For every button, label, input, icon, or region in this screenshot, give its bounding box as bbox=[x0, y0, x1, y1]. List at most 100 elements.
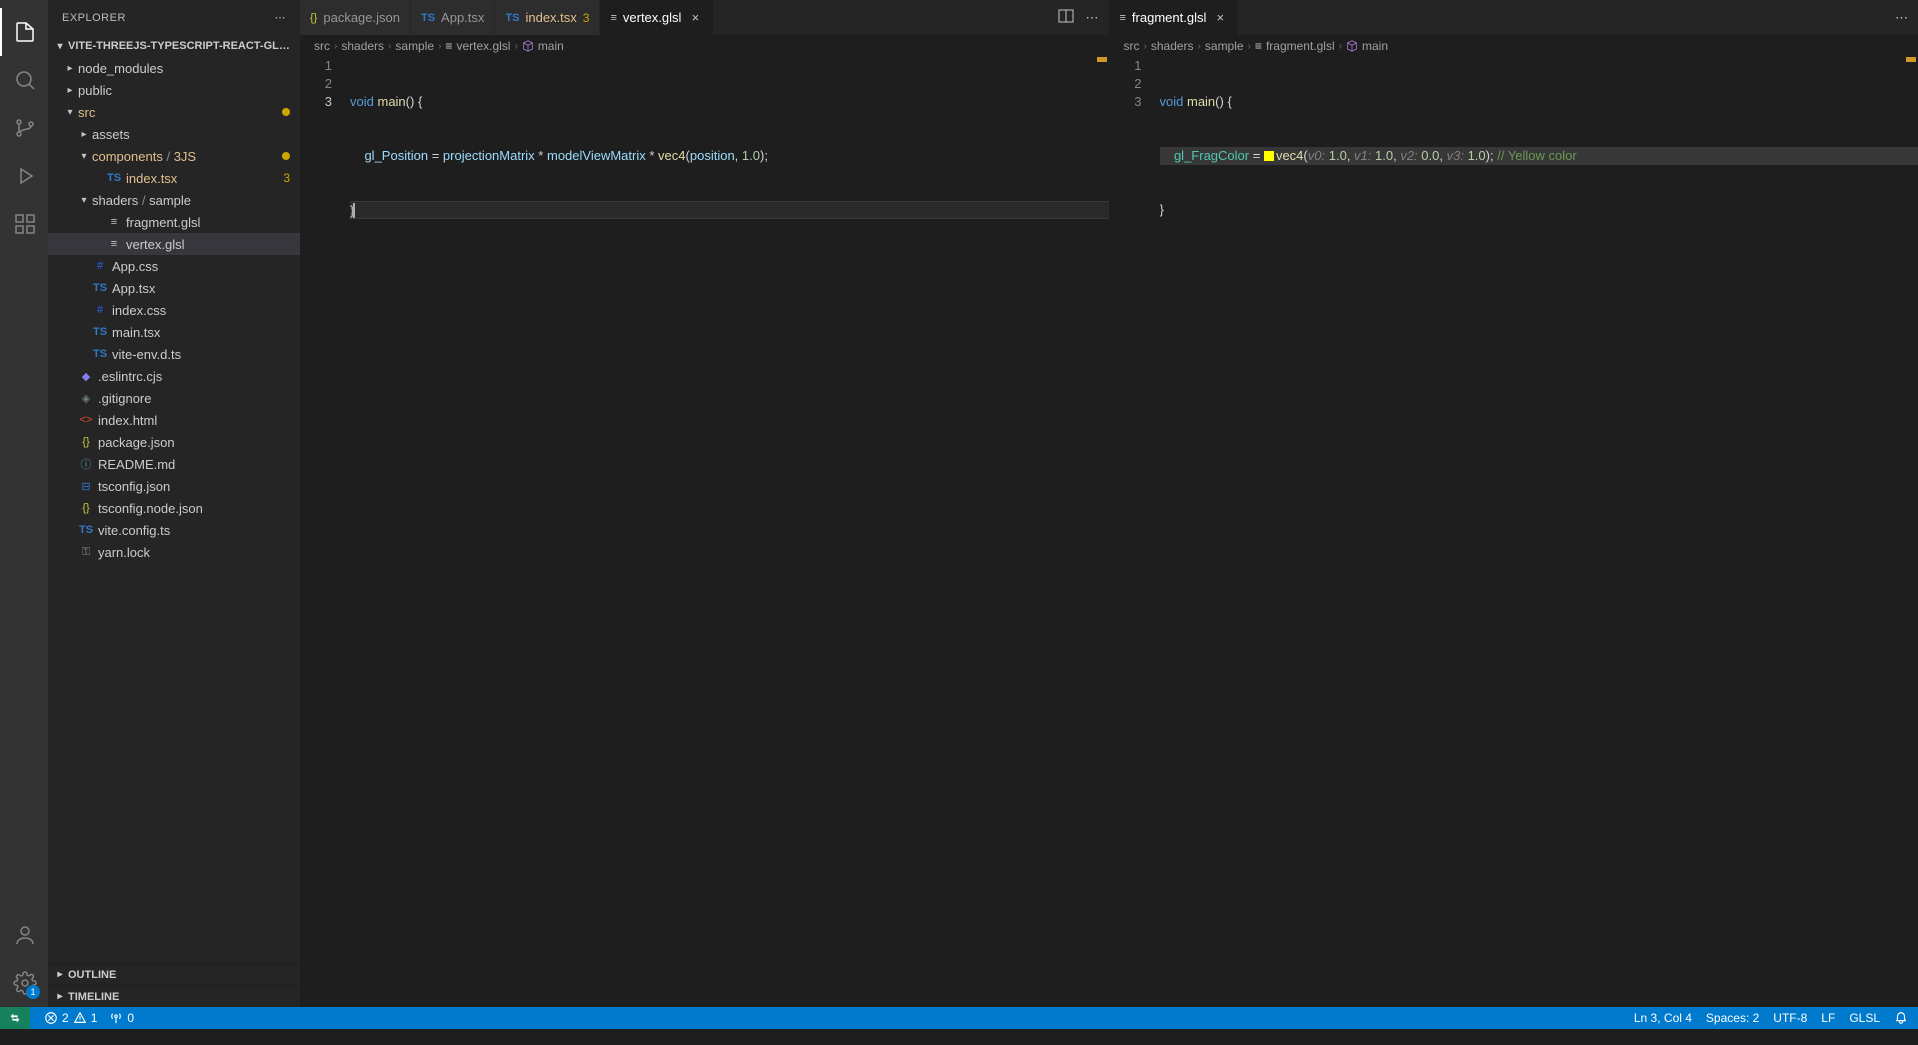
file-app-css[interactable]: #App.css bbox=[48, 255, 300, 277]
file-icon: ≡ bbox=[106, 238, 122, 250]
chevron-down-icon: ▾ bbox=[52, 41, 68, 52]
activity-explorer[interactable] bbox=[0, 8, 48, 56]
tab-index-tsx[interactable]: TSindex.tsx3 bbox=[495, 0, 600, 35]
project-name: VITE-THREEJS-TYPESCRIPT-REACT-GL… bbox=[68, 40, 290, 52]
folder-src[interactable]: ▾src bbox=[48, 101, 300, 123]
sidebar: EXPLORER ⋯ ▾ VITE-THREEJS-TYPESCRIPT-REA… bbox=[48, 0, 300, 1007]
tsconfig-icon: ⊟ bbox=[78, 480, 94, 493]
remote-indicator[interactable] bbox=[0, 1007, 30, 1029]
sidebar-more[interactable]: ⋯ bbox=[275, 11, 287, 24]
status-cursor[interactable]: Ln 3, Col 4 bbox=[1634, 1011, 1692, 1025]
folder-node-modules[interactable]: ▸node_modules bbox=[48, 57, 300, 79]
file-tree: ▾ VITE-THREEJS-TYPESCRIPT-REACT-GL… ▸nod… bbox=[48, 35, 300, 963]
color-swatch-icon[interactable] bbox=[1264, 151, 1274, 161]
activity-account[interactable] bbox=[0, 911, 48, 959]
overview-ruler[interactable] bbox=[1095, 57, 1109, 1007]
folder-shaders[interactable]: ▾shaders / sample bbox=[48, 189, 300, 211]
tabs-right: ≡fragment.glsl× ⋯ bbox=[1110, 0, 1918, 35]
line-gutter: 1 2 3 bbox=[300, 57, 350, 1007]
file-tsconfig-node[interactable]: {}tsconfig.node.json bbox=[48, 497, 300, 519]
tab-package-json[interactable]: {}package.json bbox=[300, 0, 411, 35]
git-icon: ◈ bbox=[78, 392, 94, 405]
chevron-right-icon: ▸ bbox=[76, 129, 92, 140]
status-problems[interactable]: 2 1 bbox=[44, 1011, 97, 1025]
file-eslintrc[interactable]: ◆.eslintrc.cjs bbox=[48, 365, 300, 387]
account-icon bbox=[13, 923, 37, 947]
manage-badge: 1 bbox=[26, 985, 40, 999]
status-encoding[interactable]: UTF-8 bbox=[1773, 1011, 1807, 1025]
activity-manage[interactable]: 1 bbox=[0, 959, 48, 1007]
file-index-html[interactable]: <>index.html bbox=[48, 409, 300, 431]
remote-icon bbox=[8, 1011, 22, 1025]
bell-icon bbox=[1894, 1011, 1908, 1025]
search-icon bbox=[13, 68, 37, 92]
file-fragment-glsl[interactable]: ≡fragment.glsl bbox=[48, 211, 300, 233]
json-icon: {} bbox=[78, 436, 94, 448]
folder-components[interactable]: ▾components / 3JS bbox=[48, 145, 300, 167]
json-icon: {} bbox=[310, 12, 317, 24]
warning-icon bbox=[73, 1011, 87, 1025]
code-editor-left[interactable]: 1 2 3 void main() { gl_Position = projec… bbox=[300, 57, 1109, 1007]
json-icon: {} bbox=[78, 502, 94, 514]
file-icon: ≡ bbox=[1120, 12, 1126, 24]
modified-dot-icon bbox=[282, 152, 290, 160]
file-gitignore[interactable]: ◈.gitignore bbox=[48, 387, 300, 409]
cursor bbox=[353, 203, 355, 218]
file-tsconfig[interactable]: ⊟tsconfig.json bbox=[48, 475, 300, 497]
eslint-icon: ◆ bbox=[78, 370, 94, 383]
ts-icon: TS bbox=[92, 348, 108, 360]
breadcrumb-left[interactable]: src› shaders› sample› ≡vertex.glsl› main bbox=[300, 35, 1109, 57]
file-main-tsx[interactable]: TSmain.tsx bbox=[48, 321, 300, 343]
code-editor-right[interactable]: 1 2 3 void main() { gl_FragColor = vec4(… bbox=[1110, 57, 1918, 1007]
file-package-json[interactable]: {}package.json bbox=[48, 431, 300, 453]
outline-section[interactable]: ▸OUTLINE bbox=[48, 963, 300, 985]
radio-tower-icon bbox=[109, 1011, 123, 1025]
timeline-section[interactable]: ▸TIMELINE bbox=[48, 985, 300, 1007]
status-notifications[interactable] bbox=[1894, 1011, 1908, 1025]
editor-pane-left: {}package.json TSApp.tsx TSindex.tsx3 ≡v… bbox=[300, 0, 1110, 1007]
folder-assets[interactable]: ▸assets bbox=[48, 123, 300, 145]
file-app-tsx[interactable]: TSApp.tsx bbox=[48, 277, 300, 299]
file-index-tsx[interactable]: TSindex.tsx3 bbox=[48, 167, 300, 189]
close-icon[interactable]: × bbox=[1212, 10, 1228, 25]
breadcrumb-right[interactable]: src› shaders› sample› ≡fragment.glsl› ma… bbox=[1110, 35, 1918, 57]
overview-ruler[interactable] bbox=[1904, 57, 1918, 1007]
activity-search[interactable] bbox=[0, 56, 48, 104]
split-editor-icon[interactable] bbox=[1058, 8, 1074, 27]
ts-icon: TS bbox=[505, 12, 519, 24]
file-readme[interactable]: ⓘREADME.md bbox=[48, 453, 300, 475]
more-actions-icon[interactable]: ⋯ bbox=[1895, 10, 1908, 26]
tab-fragment-glsl[interactable]: ≡fragment.glsl× bbox=[1110, 0, 1240, 35]
css-icon: # bbox=[92, 304, 108, 316]
problem-count: 3 bbox=[283, 171, 290, 185]
editor-area: {}package.json TSApp.tsx TSindex.tsx3 ≡v… bbox=[300, 0, 1918, 1007]
file-icon: ≡ bbox=[610, 12, 616, 24]
info-icon: ⓘ bbox=[78, 456, 94, 472]
file-vite-config[interactable]: TSvite.config.ts bbox=[48, 519, 300, 541]
file-vite-env[interactable]: TSvite-env.d.ts bbox=[48, 343, 300, 365]
more-actions-icon[interactable]: ⋯ bbox=[1086, 10, 1099, 26]
status-ports[interactable]: 0 bbox=[109, 1011, 134, 1025]
problem-count: 3 bbox=[583, 11, 590, 25]
error-icon bbox=[44, 1011, 58, 1025]
status-spaces[interactable]: Spaces: 2 bbox=[1706, 1011, 1759, 1025]
file-icon: ≡ bbox=[445, 39, 452, 53]
tab-vertex-glsl[interactable]: ≡vertex.glsl× bbox=[600, 0, 714, 35]
sidebar-title: EXPLORER bbox=[62, 12, 126, 24]
status-language[interactable]: GLSL bbox=[1849, 1011, 1880, 1025]
file-yarn-lock[interactable]: ⚿yarn.lock bbox=[48, 541, 300, 563]
activity-extensions[interactable] bbox=[0, 200, 48, 248]
branch-icon bbox=[13, 116, 37, 140]
close-icon[interactable]: × bbox=[687, 10, 703, 25]
file-vertex-glsl[interactable]: ≡vertex.glsl bbox=[48, 233, 300, 255]
play-bug-icon bbox=[13, 164, 37, 188]
project-root[interactable]: ▾ VITE-THREEJS-TYPESCRIPT-REACT-GL… bbox=[48, 35, 300, 57]
chevron-down-icon: ▾ bbox=[62, 107, 78, 118]
file-index-css[interactable]: #index.css bbox=[48, 299, 300, 321]
status-eol[interactable]: LF bbox=[1821, 1011, 1835, 1025]
activity-debug[interactable] bbox=[0, 152, 48, 200]
chevron-right-icon: ▸ bbox=[52, 991, 68, 1002]
folder-public[interactable]: ▸public bbox=[48, 79, 300, 101]
activity-scm[interactable] bbox=[0, 104, 48, 152]
tab-app-tsx[interactable]: TSApp.tsx bbox=[411, 0, 495, 35]
